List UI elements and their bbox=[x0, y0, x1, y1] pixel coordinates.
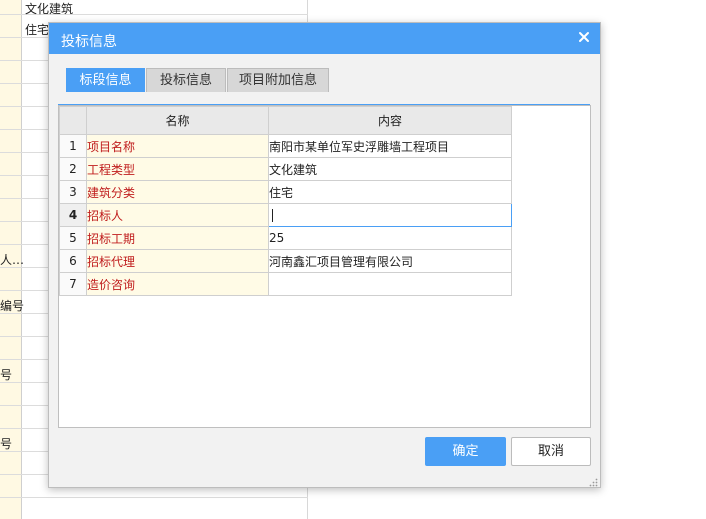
background-cell[interactable]: 住宅 bbox=[25, 21, 49, 38]
grid-header-row: 名称 内容 bbox=[59, 106, 512, 135]
text-caret bbox=[272, 209, 273, 222]
row-number: 4 bbox=[59, 203, 87, 227]
grid-corner-cell bbox=[59, 106, 87, 135]
field-value-cost-consulting[interactable] bbox=[268, 272, 512, 296]
resize-grip-icon[interactable] bbox=[589, 476, 598, 487]
row-number: 2 bbox=[59, 157, 87, 181]
field-label: 招标人 bbox=[86, 203, 269, 227]
column-header-name[interactable]: 名称 bbox=[86, 106, 269, 135]
table-row: 7 造价咨询 bbox=[59, 272, 512, 296]
background-partial-label: 编号 bbox=[0, 299, 25, 313]
row-number: 3 bbox=[59, 180, 87, 204]
table-row: 3 建筑分类 住宅 bbox=[59, 180, 512, 204]
ok-button[interactable]: 确定 bbox=[425, 437, 506, 466]
dialog-titlebar[interactable]: 投标信息 bbox=[49, 23, 600, 54]
field-value-project-type[interactable]: 文化建筑 bbox=[268, 157, 512, 181]
dialog-title: 投标信息 bbox=[61, 34, 117, 50]
row-number: 1 bbox=[59, 134, 87, 158]
field-value-tender-agent[interactable]: 河南鑫汇项目管理有限公司 bbox=[268, 249, 512, 273]
row-number: 7 bbox=[59, 272, 87, 296]
background-partial-label: 号 bbox=[0, 368, 13, 382]
field-value-tender-period[interactable]: 25 bbox=[268, 226, 512, 250]
tab-project-extra-info[interactable]: 项目附加信息 bbox=[227, 68, 329, 92]
field-label: 造价咨询 bbox=[86, 272, 269, 296]
info-grid: 名称 内容 1 项目名称 南阳市某单位军史浮雕墙工程项目 2 工程类型 文化建筑… bbox=[59, 106, 512, 296]
info-grid-panel: 名称 内容 1 项目名称 南阳市某单位军史浮雕墙工程项目 2 工程类型 文化建筑… bbox=[58, 105, 591, 428]
close-icon[interactable] bbox=[576, 29, 592, 45]
background-partial-label: 人… bbox=[0, 253, 25, 267]
table-row: 2 工程类型 文化建筑 bbox=[59, 157, 512, 181]
tab-bid-info[interactable]: 投标信息 bbox=[146, 68, 226, 92]
row-number: 5 bbox=[59, 226, 87, 250]
field-label: 项目名称 bbox=[86, 134, 269, 158]
field-label: 工程类型 bbox=[86, 157, 269, 181]
cancel-button[interactable]: 取消 bbox=[511, 437, 591, 466]
field-value-building-category[interactable]: 住宅 bbox=[268, 180, 512, 204]
field-label: 招标代理 bbox=[86, 249, 269, 273]
field-value-tenderer-input[interactable] bbox=[268, 203, 512, 227]
background-partial-label: 号 bbox=[0, 437, 13, 451]
table-row: 5 招标工期 25 bbox=[59, 226, 512, 250]
table-row: 4 招标人 bbox=[59, 203, 512, 227]
bid-info-dialog: 投标信息 标段信息 投标信息 项目附加信息 名称 内容 1 项目名称 南阳市某单… bbox=[48, 22, 601, 488]
field-label: 建筑分类 bbox=[86, 180, 269, 204]
row-number: 6 bbox=[59, 249, 87, 273]
table-row: 1 项目名称 南阳市某单位军史浮雕墙工程项目 bbox=[59, 134, 512, 158]
field-value-project-name[interactable]: 南阳市某单位军史浮雕墙工程项目 bbox=[268, 134, 512, 158]
table-row: 6 招标代理 河南鑫汇项目管理有限公司 bbox=[59, 249, 512, 273]
background-cell[interactable]: 文化建筑 bbox=[25, 0, 73, 17]
column-header-content[interactable]: 内容 bbox=[268, 106, 512, 135]
tab-section-info[interactable]: 标段信息 bbox=[66, 68, 145, 92]
field-label: 招标工期 bbox=[86, 226, 269, 250]
background-row-line bbox=[0, 497, 308, 498]
